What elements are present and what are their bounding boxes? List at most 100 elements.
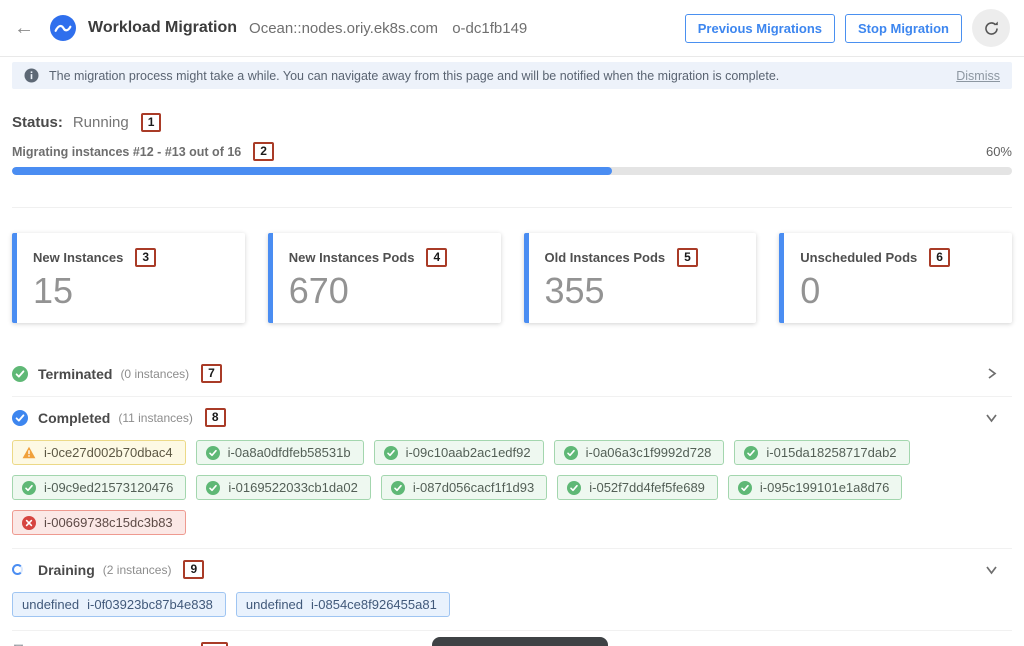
check-circle-green-icon (384, 446, 398, 460)
instance-id: i-0a8a0dfdfeb58531b (228, 445, 351, 460)
back-arrow-icon[interactable]: ← (14, 18, 34, 38)
card-old-instances-pods: Old Instances Pods 5 355 (524, 233, 757, 323)
status-value: Running (73, 114, 129, 131)
card-label: Unscheduled Pods (800, 250, 917, 265)
cluster-name: Ocean::nodes.oriy.ek8s.com (249, 20, 438, 37)
annotation-badge-7: 7 (201, 364, 222, 383)
card-value: 15 (33, 273, 229, 309)
refresh-button[interactable] (972, 9, 1010, 47)
instance-id: i-0a06a3c1f9992d728 (586, 445, 712, 460)
section-title: Completed (38, 410, 110, 426)
progress-bar (12, 167, 1012, 175)
check-circle-green-icon (206, 481, 220, 495)
annotation-badge-1: 1 (141, 113, 162, 132)
instance-id: i-09c9ed21573120476 (44, 480, 173, 495)
annotation-badge-4: 4 (426, 248, 447, 267)
info-banner: The migration process might take a while… (12, 62, 1012, 89)
warning-triangle-icon (22, 446, 36, 459)
card-label: New Instances (33, 250, 123, 265)
check-circle-green-icon (12, 366, 28, 382)
stop-migration-button[interactable]: Stop Migration (845, 14, 962, 43)
banner-text: The migration process might take a while… (49, 69, 779, 83)
section-count: (11 instances) (118, 411, 192, 425)
summary-cards: New Instances 3 15 New Instances Pods 4 … (12, 233, 1012, 323)
check-circle-blue-icon (12, 410, 28, 426)
check-circle-green-icon (22, 481, 36, 495)
draining-chips: undefined i-0f03923bc87b4e838 undefined i-0… (12, 592, 1012, 617)
instance-id: i-00669738c15dc3b83 (44, 515, 173, 530)
header: ← Workload Migration Ocean::nodes.oriy.e… (0, 0, 1024, 57)
instance-chip[interactable]: i-087d056cacf1f1d93 (381, 475, 547, 500)
section-terminated: Terminated (0 instances) 7 (12, 353, 1012, 397)
instance-chip[interactable]: i-0ce27d002b70dbac4 (12, 440, 186, 465)
instance-id: i-0854ce8f926455a81 (311, 597, 437, 612)
page-title: Workload Migration (88, 19, 237, 37)
card-label: New Instances Pods (289, 250, 415, 265)
instance-chip[interactable]: i-0a06a3c1f9992d728 (554, 440, 725, 465)
spinner-icon (12, 564, 28, 575)
card-new-instances: New Instances 3 15 (12, 233, 245, 323)
instance-id: i-0ce27d002b70dbac4 (44, 445, 173, 460)
instance-id: i-015da18258717dab2 (766, 445, 896, 460)
chevron-right-icon[interactable] (986, 367, 998, 380)
section-completed: Completed (11 instances) 8 i-0ce27d002b7… (12, 397, 1012, 549)
annotation-badge-6: 6 (929, 248, 950, 267)
instance-chip[interactable]: i-00669738c15dc3b83 (12, 510, 186, 535)
section-draining: Draining (2 instances) 9 undefined i-0f03… (12, 549, 1012, 631)
error-circle-icon (22, 516, 36, 530)
annotation-badge-5: 5 (677, 248, 698, 267)
instance-chip[interactable]: i-052f7dd4fef5fe689 (557, 475, 718, 500)
section-title: Draining (38, 562, 95, 578)
card-value: 0 (800, 273, 996, 309)
previous-migrations-button[interactable]: Previous Migrations (685, 14, 835, 43)
chevron-down-icon[interactable] (985, 564, 998, 576)
progress-text: Migrating instances #12 - #13 out of 16 (12, 145, 241, 159)
instance-id: i-052f7dd4fef5fe689 (589, 480, 705, 495)
instance-chip[interactable]: i-095c199101e1a8d76 (728, 475, 902, 500)
annotation-badge-9: 9 (183, 560, 204, 579)
check-circle-green-icon (391, 481, 405, 495)
cluster-subtitle: Ocean::nodes.oriy.ek8s.com o-dc1fb149 (249, 20, 527, 37)
instance-chip[interactable]: i-09c10aab2ac1edf92 (374, 440, 544, 465)
ocean-logo-icon (50, 15, 76, 41)
spinner-icon: undefined (246, 597, 303, 612)
refresh-icon (983, 20, 1000, 37)
section-count: (2 instances) (103, 563, 172, 577)
instance-chip[interactable]: i-0169522033cb1da02 (196, 475, 370, 500)
instance-chip[interactable]: i-09c9ed21573120476 (12, 475, 186, 500)
instance-chip[interactable]: undefined i-0f03923bc87b4e838 (12, 592, 226, 617)
check-circle-green-icon (564, 446, 578, 460)
annotation-badge-3: 3 (135, 248, 156, 267)
section-count: (0 instances) (120, 367, 189, 381)
card-unscheduled-pods: Unscheduled Pods 6 0 (779, 233, 1012, 323)
check-circle-green-icon (744, 446, 758, 460)
annotation-badge-8: 8 (205, 408, 226, 427)
annotation-badge-10: 10 (201, 642, 228, 646)
cutoff-tooltip (432, 637, 608, 646)
progress-percent: 60% (986, 144, 1012, 159)
instance-chip[interactable]: undefined i-0854ce8f926455a81 (236, 592, 450, 617)
dismiss-link[interactable]: Dismiss (956, 69, 1000, 83)
check-circle-green-icon (738, 481, 752, 495)
check-circle-green-icon (567, 481, 581, 495)
progress-fill (12, 167, 612, 175)
section-title: Terminated (38, 366, 112, 382)
instance-chip[interactable]: i-015da18258717dab2 (734, 440, 909, 465)
check-circle-green-icon (206, 446, 220, 460)
spinner-icon: undefined (22, 597, 79, 612)
card-value: 670 (289, 273, 485, 309)
section-divider (12, 207, 1012, 208)
card-value: 355 (545, 273, 741, 309)
info-icon (24, 68, 39, 83)
instance-id: i-095c199101e1a8d76 (760, 480, 889, 495)
instance-id: i-0169522033cb1da02 (228, 480, 357, 495)
card-new-instances-pods: New Instances Pods 4 670 (268, 233, 501, 323)
ocean-id: o-dc1fb149 (452, 20, 527, 37)
chevron-down-icon[interactable] (985, 412, 998, 424)
instance-id: i-0f03923bc87b4e838 (87, 597, 213, 612)
instance-id: i-09c10aab2ac1edf92 (406, 445, 531, 460)
instance-chip[interactable]: i-0a8a0dfdfeb58531b (196, 440, 364, 465)
status-label: Status: (12, 114, 63, 131)
instance-id: i-087d056cacf1f1d93 (413, 480, 534, 495)
completed-chips: i-0ce27d002b70dbac4 i-0a8a0dfdfeb58531b i-… (12, 440, 1012, 535)
